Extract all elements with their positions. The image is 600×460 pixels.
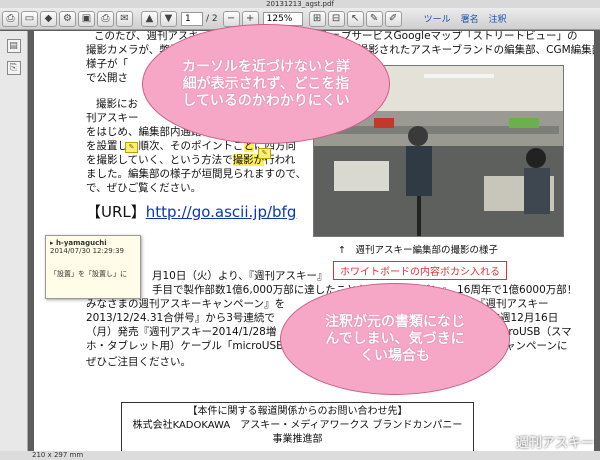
page-number-input[interactable]: 1 [181, 11, 203, 26]
doc-line: で公開さ [86, 72, 128, 84]
attachments-panel-icon[interactable]: ⎘ [6, 61, 21, 75]
page-size-label: 210 x 297 mm [32, 451, 84, 459]
tools-menu[interactable]: ツール [424, 12, 451, 25]
status-bar: 210 x 297 mm [0, 451, 600, 460]
comment-menu[interactable]: 注釈 [489, 12, 507, 25]
print-icon[interactable]: ⎙ [2, 10, 19, 27]
callout-bubble-top: カーソルを近づけないと詳細が表示されず、どこを指しているのかわかりにくい [142, 24, 390, 144]
photo-caption: ↑ 週刊アスキー編集部の撮影の様子 [338, 245, 498, 256]
note-author-name: h-yamaguchi [55, 239, 107, 247]
contact-box: 【本件に関する報道関係からのお問い合わせ先】 株式会社KADOKAWA アスキー… [121, 402, 474, 451]
highlight-icon[interactable]: ✐ [384, 10, 402, 27]
open-folder-icon[interactable]: ▭ [21, 10, 38, 27]
doc-text-segment: を設置し、順次、そのポイントご [86, 140, 244, 152]
fit-page-icon[interactable]: ⊞ [308, 10, 326, 27]
settings-gear-icon[interactable]: ⚙ [59, 10, 76, 27]
redbox-annotation[interactable]: ホワイトボードの内容ボカシ入れる [333, 261, 507, 280]
page-total-label: / 2 [206, 13, 218, 24]
print-button-icon[interactable]: ⎙ [97, 10, 114, 27]
note-comment-icon[interactable]: ✎ [258, 148, 271, 159]
select-cursor-icon[interactable]: ↖ [346, 10, 364, 27]
watermark-logo: 週刊アスキー [516, 436, 595, 451]
doc-line: 刊アスキー [86, 112, 139, 124]
url-link[interactable]: http://go.ascii.jp/bfg [146, 203, 297, 221]
doc-line: 月10日（火）より、『週刊アスキー』 [152, 270, 328, 282]
url-line: 【URL】http://go.ascii.jp/bfg [86, 203, 296, 221]
navigation-pane: ▤ ⎘ [0, 31, 28, 451]
note-popup[interactable]: ▸ h-yamaguchi 2014/07/30 12:29:39 「設置」を「… [45, 235, 141, 299]
doc-line: みなさまの週刊アスキーキャンペーン』を [86, 298, 285, 310]
window-title: 20131213_agst.pdf [0, 0, 600, 8]
callout-text: 注釈が元の書類になじんでしまい、気づきにくい場合も [325, 313, 465, 364]
zoom-out-icon[interactable]: − [222, 10, 240, 27]
url-label: 【URL】 [86, 203, 146, 221]
doc-line: 様子が「 [86, 58, 128, 70]
doc-line: ホ・タブレット用）ケーブル「microUSBひ [86, 340, 294, 352]
doc-line: ぜひご注目ください。 [86, 356, 191, 368]
note-date: 2014/07/30 12:29:39 [50, 247, 125, 255]
doc-line: 撮影にお [96, 98, 138, 110]
callout-text: カーソルを近づけないと詳細が表示されず、どこを指しているのかわかりにくい [182, 58, 350, 109]
doc-text-segment: を撮影していく、という方法で [86, 154, 233, 166]
doc-line: （月）発売『週刊アスキー2014/1/28増 [86, 326, 277, 338]
contact-heading: 【本件に関する報道関係からのお問い合わせ先】 [187, 406, 408, 417]
email-icon[interactable]: ✉ [116, 10, 133, 27]
create-pdf-icon[interactable]: ◆ [40, 10, 57, 27]
doc-line: で、ぜひご覧ください。 [86, 182, 202, 194]
contact-department: 事業推進部 [272, 434, 323, 445]
next-page-icon[interactable]: ▼ [160, 10, 177, 27]
fit-width-icon[interactable]: ⊟ [327, 10, 345, 27]
save-icon[interactable]: ▣ [78, 10, 95, 27]
pages-panel-icon[interactable]: ▤ [6, 39, 21, 53]
doc-line: 2013/12/24.31合併号』から3号連続で [86, 312, 275, 324]
note-author: ▸ h-yamaguchi [50, 239, 136, 247]
note-body[interactable]: 「設置」を「設置し」に [50, 269, 136, 279]
sign-menu[interactable]: 署名 [461, 12, 479, 25]
prev-page-icon[interactable]: ▲ [141, 10, 158, 27]
sticky-note-icon[interactable]: ✎ [365, 10, 383, 27]
note-comment-icon[interactable]: ✎ [125, 142, 138, 153]
contact-company: 株式会社KADOKAWA アスキー・メディアワークス ブランドカンパニー [132, 420, 463, 431]
doc-line: ました。編集部の様子が垣間見られますので、 [86, 168, 307, 180]
callout-bubble-bottom: 注釈が元の書類になじんでしまい、気づきにくい場合も [280, 283, 510, 395]
